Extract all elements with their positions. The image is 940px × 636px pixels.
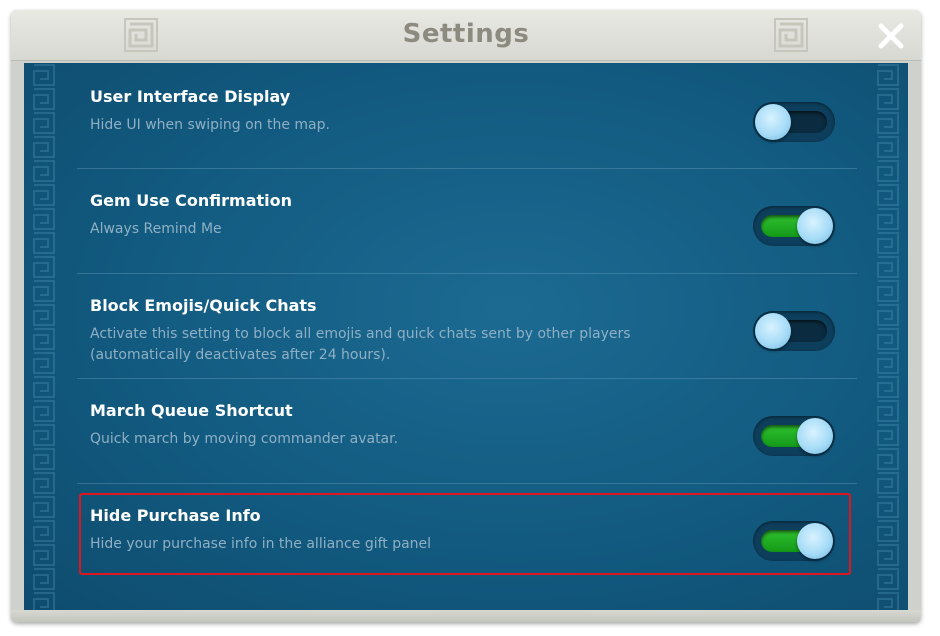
toggle-knob (755, 313, 791, 349)
row-divider (77, 168, 857, 169)
toggle-gem-use-confirmation[interactable] (753, 206, 835, 246)
setting-description: Always Remind Me (90, 221, 222, 237)
setting-row-march-queue-shortcut: March Queue Shortcut Quick march by movi… (90, 401, 865, 461)
row-divider (77, 378, 857, 379)
setting-title: Block Emojis/Quick Chats (90, 296, 317, 315)
dialog-header: Settings (11, 10, 921, 61)
setting-row-gem-use-confirmation: Gem Use Confirmation Always Remind Me (90, 191, 865, 251)
setting-title: March Queue Shortcut (90, 401, 293, 420)
setting-title: User Interface Display (90, 87, 291, 106)
greek-key-ornament-right (774, 18, 808, 52)
toggle-knob (797, 418, 833, 454)
toggle-march-queue-shortcut[interactable] (753, 416, 835, 456)
close-icon[interactable] (875, 20, 907, 52)
setting-row-block-emojis: Block Emojis/Quick Chats Activate this s… (90, 296, 865, 366)
highlight-box (79, 493, 851, 575)
setting-description: Hide UI when swiping on the map. (90, 117, 330, 133)
setting-description: Activate this setting to block all emoji… (90, 326, 631, 363)
meander-border-right (876, 63, 900, 610)
row-divider (77, 273, 857, 274)
meander-border-left (32, 63, 56, 610)
setting-description: Quick march by moving commander avatar. (90, 431, 399, 447)
setting-row-user-interface-display: User Interface Display Hide UI when swip… (90, 87, 865, 147)
toggle-user-interface-display[interactable] (753, 102, 835, 142)
row-divider (77, 483, 857, 484)
toggle-knob (755, 104, 791, 140)
setting-title: Gem Use Confirmation (90, 191, 293, 210)
toggle-knob (797, 208, 833, 244)
toggle-block-emojis[interactable] (753, 311, 835, 351)
dialog-bottom-edge (11, 610, 921, 622)
